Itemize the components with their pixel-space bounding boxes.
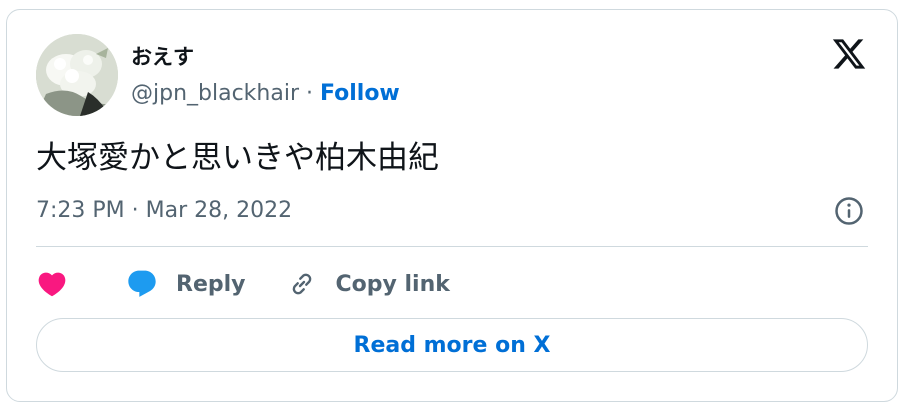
- info-icon[interactable]: [834, 196, 864, 226]
- copy-link-label: Copy link: [335, 271, 450, 297]
- author-handle-row: @jpn_blackhair · Follow: [131, 80, 400, 108]
- avatar[interactable]: [36, 34, 118, 116]
- author-display-name[interactable]: おえす: [131, 44, 194, 70]
- tweet-timestamp[interactable]: 7:23 PM · Mar 28, 2022: [36, 196, 292, 226]
- x-logo-icon[interactable]: [831, 36, 867, 72]
- reply-label: Reply: [176, 271, 246, 297]
- speech-bubble-icon: [128, 270, 156, 297]
- tweet-text: 大塚愛かと思いきや柏木由紀: [36, 140, 439, 176]
- heart-icon: [38, 272, 66, 297]
- handle-separator: ·: [299, 81, 320, 106]
- author-handle[interactable]: @jpn_blackhair: [131, 81, 299, 106]
- like-button[interactable]: [36, 268, 68, 300]
- avatar-image: [36, 34, 118, 116]
- link-icon: [292, 273, 311, 295]
- read-more-button[interactable]: Read more on X: [36, 318, 868, 372]
- divider: [36, 246, 868, 247]
- copy-link-button[interactable]: Copy link: [286, 268, 450, 300]
- follow-button[interactable]: Follow: [320, 81, 400, 106]
- tweet-embed-card: おえす @jpn_blackhair · Follow 大塚愛かと思いきや柏木由…: [6, 9, 898, 402]
- reply-button[interactable]: Reply: [126, 268, 246, 300]
- action-bar: Reply Copy link: [36, 266, 450, 302]
